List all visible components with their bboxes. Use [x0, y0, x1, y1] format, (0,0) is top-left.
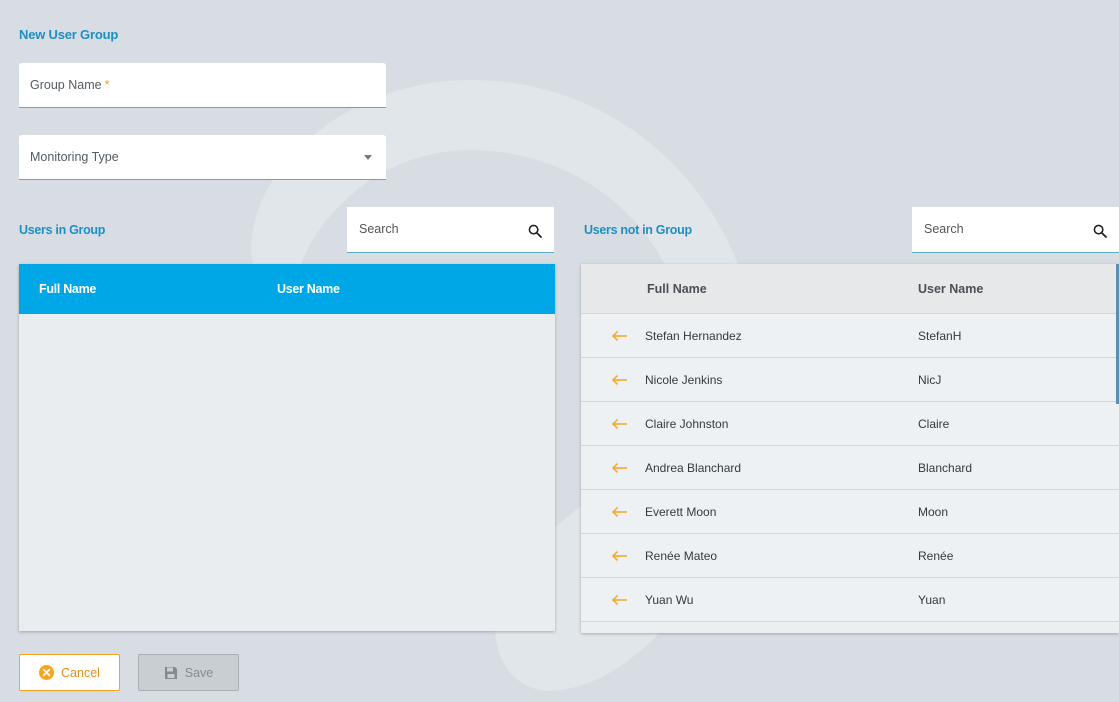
users-not-in-group-table: Full Name User Name Stefan Hernandez Stef…	[581, 264, 1119, 633]
full-name-cell: Nicole Jenkins	[645, 373, 723, 387]
column-header-user-name[interactable]: User Name	[918, 282, 983, 296]
full-name-cell: Claire Johnston	[645, 417, 729, 431]
full-name-cell: Renée Mateo	[645, 549, 718, 563]
user-name-cell: Claire	[918, 417, 950, 431]
user-name-cell: NicJ	[918, 373, 942, 387]
user-name-cell: Moon	[918, 505, 949, 519]
monitoring-type-label: Monitoring Type	[30, 150, 119, 164]
group-name-input[interactable]: Group Name *	[19, 63, 386, 108]
users-in-group-title: Users in Group	[19, 223, 106, 237]
table-row[interactable]: Andrea Blanchard Blanchard	[581, 446, 1119, 490]
full-name-cell: Everett Moon	[645, 505, 717, 519]
chevron-down-icon	[364, 155, 372, 160]
column-header-user-name[interactable]: User Name	[277, 282, 340, 296]
monitoring-type-select[interactable]: Monitoring Type	[19, 135, 386, 180]
full-name-cell: Stefan Hernandez	[645, 329, 742, 343]
column-header-full-name[interactable]: Full Name	[647, 282, 707, 296]
users-in-group-table: Full Name User Name	[19, 264, 555, 631]
search-placeholder: Search	[924, 222, 964, 236]
table-row[interactable]: Everett Moon Moon	[581, 490, 1119, 534]
table-row[interactable]: Yuan Wu Yuan	[581, 578, 1119, 622]
users-in-group-search-input[interactable]: Search	[347, 207, 554, 253]
user-name-cell: Renée	[918, 549, 954, 563]
cancel-button[interactable]: Cancel	[19, 654, 120, 691]
user-name-cell: Blanchard	[918, 461, 973, 475]
page-title: New User Group	[19, 27, 119, 42]
arrow-left-icon[interactable]	[611, 506, 628, 518]
table-row[interactable]: Stefan Hernandez StefanH	[581, 314, 1119, 358]
table-header: Full Name User Name	[19, 264, 555, 314]
cancel-label: Cancel	[61, 665, 100, 680]
table-header: Full Name User Name	[581, 264, 1119, 314]
save-button[interactable]: Save	[138, 654, 239, 691]
users-not-in-group-search-input[interactable]: Search	[912, 207, 1119, 253]
search-icon[interactable]	[1093, 224, 1107, 238]
arrow-left-icon[interactable]	[611, 330, 628, 342]
floppy-disk-icon	[164, 666, 177, 679]
save-label: Save	[184, 665, 214, 680]
arrow-left-icon[interactable]	[611, 594, 628, 606]
required-asterisk: *	[104, 78, 110, 92]
arrow-left-icon[interactable]	[611, 418, 628, 430]
search-icon[interactable]	[528, 224, 542, 238]
arrow-left-icon[interactable]	[611, 550, 628, 562]
column-header-full-name[interactable]: Full Name	[39, 282, 96, 296]
search-placeholder: Search	[359, 222, 399, 236]
arrow-left-icon[interactable]	[611, 462, 628, 474]
table-row[interactable]: Renée Mateo Renée	[581, 534, 1119, 578]
user-name-cell: StefanH	[918, 329, 962, 343]
new-user-group-page: New User Group Group Name * Monitoring Ty…	[0, 0, 1119, 702]
full-name-cell: Yuan Wu	[645, 593, 694, 607]
arrow-left-icon[interactable]	[611, 374, 628, 386]
full-name-cell: Andrea Blanchard	[645, 461, 742, 475]
table-body: Stefan Hernandez StefanH Nicole Jenkins Nic…	[581, 314, 1119, 622]
table-row[interactable]: Claire Johnston Claire	[581, 402, 1119, 446]
group-name-label: Group Name *	[30, 78, 110, 92]
users-not-in-group-title: Users not in Group	[584, 223, 692, 237]
cancel-circle-icon	[39, 665, 55, 680]
user-name-cell: Yuan	[918, 593, 946, 607]
table-row[interactable]: Nicole Jenkins NicJ	[581, 358, 1119, 402]
